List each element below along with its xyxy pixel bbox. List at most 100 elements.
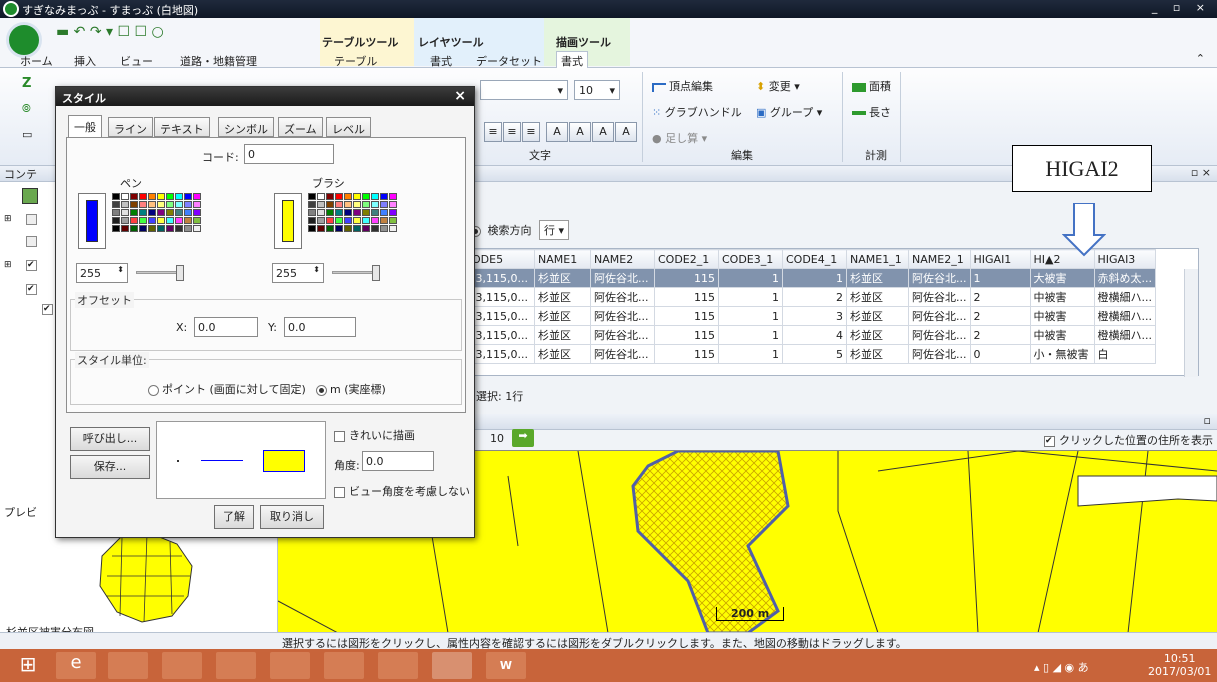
palette-color[interactable] (371, 217, 379, 224)
table-cell[interactable]: 杉並区 (846, 344, 909, 364)
table-cell[interactable]: 5 (782, 344, 847, 364)
palette-color[interactable] (389, 225, 397, 232)
unit-point-radio[interactable] (148, 384, 159, 396)
palette-color[interactable] (121, 209, 129, 216)
palette-color[interactable] (362, 217, 370, 224)
tray-icons[interactable]: ▴ ▯ ◢ ◉ あ (1034, 659, 1089, 675)
pen-alpha-spinner[interactable]: 255 ⬍ (76, 263, 128, 283)
palette-color[interactable] (362, 209, 370, 216)
palette-color[interactable] (121, 217, 129, 224)
pen-color-swatch-frame[interactable] (78, 193, 106, 249)
palette-color[interactable] (193, 193, 201, 200)
layer-checkbox[interactable] (26, 214, 37, 225)
pen-color-palette[interactable] (112, 193, 201, 232)
palette-color[interactable] (148, 209, 156, 216)
table-cell[interactable]: 中被害 (1029, 325, 1095, 345)
layer-checkbox[interactable] (26, 236, 37, 247)
search-direction-select[interactable]: 行 ▾ (539, 220, 570, 240)
table-cell[interactable]: 1 (718, 306, 783, 326)
length-button[interactable]: 長さ (852, 104, 891, 120)
palette-color[interactable] (112, 193, 120, 200)
grid-column-header[interactable]: NAME2 (590, 249, 655, 269)
palette-color[interactable] (317, 193, 325, 200)
cancel-button[interactable]: 取り消し (260, 505, 324, 529)
palette-color[interactable] (308, 209, 316, 216)
chrome-icon[interactable] (324, 652, 364, 679)
palette-color[interactable] (130, 225, 138, 232)
palette-color[interactable] (353, 217, 361, 224)
palette-color[interactable] (193, 225, 201, 232)
palette-color[interactable] (166, 217, 174, 224)
pen-tool-icon[interactable]: ⦾ (22, 102, 31, 116)
palette-color[interactable] (130, 201, 138, 208)
table-cell[interactable]: 阿佐谷北... (590, 325, 655, 345)
panel-controls[interactable]: ▫ × (1191, 166, 1211, 179)
palette-color[interactable] (175, 193, 183, 200)
palette-color[interactable] (130, 193, 138, 200)
palette-color[interactable] (112, 209, 120, 216)
table-cell[interactable]: 115 (654, 306, 719, 326)
table-cell[interactable]: 杉並区 (534, 325, 591, 345)
table-cell[interactable]: ,3,115,0... (468, 268, 535, 288)
window-controls[interactable]: _ ▫ × (1152, 1, 1211, 14)
table-cell[interactable]: 2 (969, 325, 1031, 345)
palette-color[interactable] (344, 225, 352, 232)
table-cell[interactable]: ,3,115,0... (468, 325, 535, 345)
palette-color[interactable] (380, 193, 388, 200)
palette-color[interactable] (371, 201, 379, 208)
snipping-tool-icon[interactable] (162, 652, 202, 679)
angle-input[interactable]: 0.0 (362, 451, 434, 471)
panel-restore-icon[interactable]: ▫ (1204, 414, 1211, 427)
grid-column-header[interactable]: HIGAI1 (969, 249, 1031, 269)
clock[interactable]: 10:51 2017/03/01 (1148, 652, 1211, 678)
tab-general[interactable]: 一般 (68, 115, 102, 138)
palette-color[interactable] (317, 225, 325, 232)
sum-button[interactable]: ● 足し算 ▾ (652, 130, 707, 146)
vertex-edit-button[interactable]: 頂点編集 (652, 78, 713, 94)
palette-color[interactable] (139, 193, 147, 200)
change-button[interactable]: ⬍ 変更 ▾ (756, 78, 800, 94)
palette-color[interactable] (317, 201, 325, 208)
palette-color[interactable] (344, 193, 352, 200)
palette-color[interactable] (371, 209, 379, 216)
brush-color-swatch-frame[interactable] (274, 193, 302, 249)
grid-column-header[interactable]: ODE5 (468, 249, 535, 269)
palette-color[interactable] (184, 193, 192, 200)
palette-color[interactable] (166, 193, 174, 200)
font-combo[interactable]: ▾ (480, 80, 568, 100)
font-grow-button[interactable]: A (546, 122, 568, 142)
palette-color[interactable] (380, 225, 388, 232)
pretty-draw-checkbox[interactable] (334, 430, 345, 442)
palette-color[interactable] (371, 225, 379, 232)
grid-scrollbar[interactable] (1184, 269, 1198, 377)
palette-color[interactable] (326, 225, 334, 232)
palette-color[interactable] (362, 193, 370, 200)
palette-color[interactable] (380, 217, 388, 224)
rect-tool-icon[interactable]: ▭ (22, 128, 32, 141)
table-cell[interactable]: 阿佐谷北... (908, 325, 971, 345)
expand-icon[interactable]: ⊞ (4, 260, 12, 270)
palette-color[interactable] (121, 201, 129, 208)
palette-color[interactable] (148, 225, 156, 232)
table-cell[interactable]: 0 (969, 344, 1031, 364)
palette-color[interactable] (317, 217, 325, 224)
table-cell[interactable]: 阿佐谷北... (908, 306, 971, 326)
palette-color[interactable] (344, 217, 352, 224)
palette-color[interactable] (148, 201, 156, 208)
slider-knob[interactable] (176, 265, 184, 281)
table-cell[interactable]: 2 (969, 287, 1031, 307)
table-cell[interactable]: 杉並区 (846, 325, 909, 345)
palette-color[interactable] (157, 193, 165, 200)
table-cell[interactable]: 阿佐谷北... (908, 268, 971, 288)
spinner-arrows-icon[interactable]: ⬍ (313, 265, 320, 274)
paint-icon[interactable] (216, 652, 256, 679)
align-center-button[interactable]: ≡ (503, 122, 521, 142)
app-icon[interactable] (3, 1, 19, 17)
palette-color[interactable] (139, 209, 147, 216)
palette-color[interactable] (166, 201, 174, 208)
table-cell[interactable]: 1 (718, 287, 783, 307)
table-cell[interactable]: 阿佐谷北... (590, 268, 655, 288)
brush-alpha-slider[interactable] (332, 265, 380, 281)
palette-color[interactable] (335, 217, 343, 224)
offset-y-input[interactable]: 0.0 (284, 317, 356, 337)
